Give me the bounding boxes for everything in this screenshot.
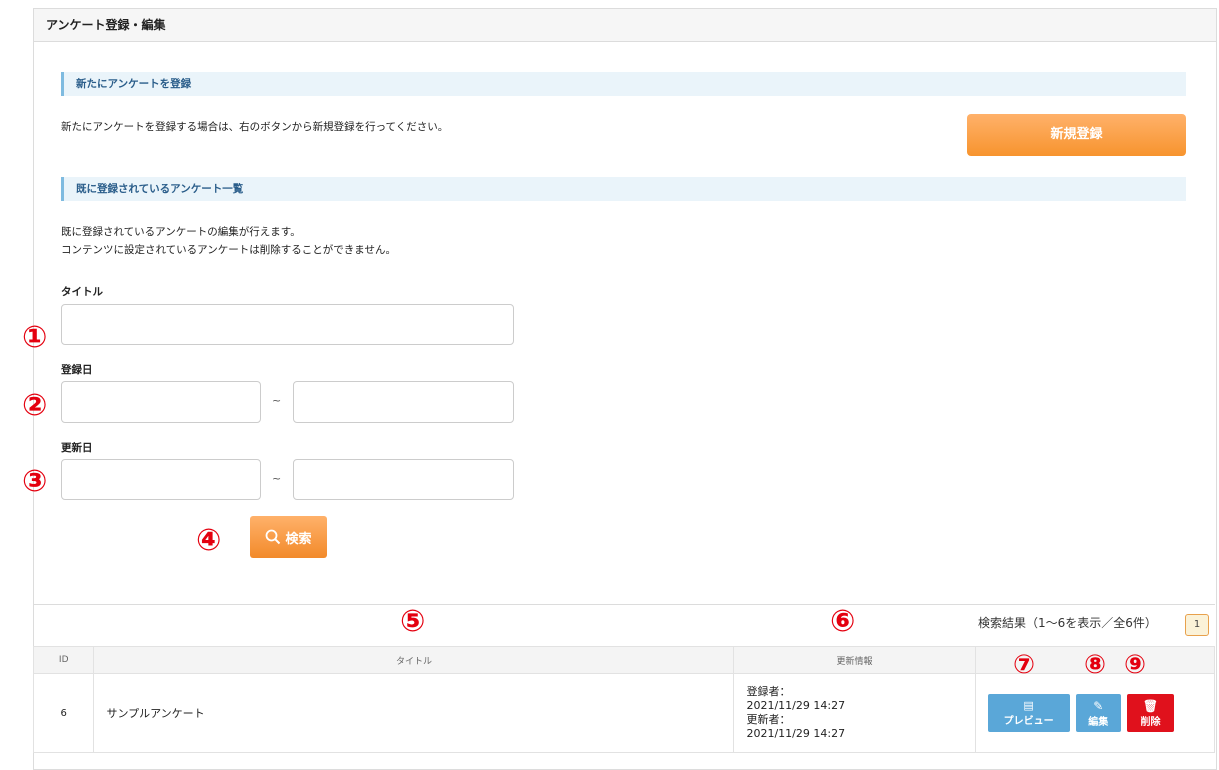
list-description-2: コンテンツに設定されているアンケートは削除することができません。 xyxy=(61,244,396,256)
preview-button[interactable]: ▤ プレビュー xyxy=(987,694,1070,732)
title-label: タイトル xyxy=(61,286,103,298)
panel-title: アンケート登録・編集 xyxy=(34,9,1216,42)
annotation-9: ⑨ xyxy=(1124,650,1147,680)
update-date-label: 更新日 xyxy=(61,442,93,454)
registered-at: 2021/11/29 14:27 xyxy=(746,699,846,712)
delete-button[interactable]: 🗑 削除 xyxy=(1126,694,1174,732)
pencil-icon: ✎ xyxy=(1093,698,1104,713)
search-button-label: 検索 xyxy=(285,531,312,547)
range-separator: ~ xyxy=(272,394,282,407)
survey-table: ID タイトル 更新情報 6 サンプルアンケート 登録者： 2021/11/29… xyxy=(32,646,1216,753)
new-survey-description: 新たにアンケートを登録する場合は、右のボタンから新規登録を行ってください。 xyxy=(61,121,449,133)
new-survey-heading: 新たにアンケートを登録 xyxy=(61,72,1186,96)
title-search-input[interactable] xyxy=(61,304,514,345)
registrant-label: 登録者： xyxy=(746,685,791,698)
trash-icon: 🗑 xyxy=(1142,698,1159,713)
column-header-id: ID xyxy=(32,646,95,674)
annotation-7: ⑦ xyxy=(1013,650,1036,680)
search-icon xyxy=(266,529,281,545)
page-1-button[interactable]: 1 xyxy=(1185,614,1209,636)
delete-label: 削除 xyxy=(1140,716,1161,728)
updater-label: 更新者： xyxy=(746,713,791,726)
annotation-2: ② xyxy=(22,388,48,423)
annotation-3: ③ xyxy=(22,464,48,499)
row-title: サンプルアンケート xyxy=(93,673,735,753)
preview-label: プレビュー xyxy=(1003,716,1054,727)
update-date-to-input[interactable] xyxy=(293,459,514,500)
divider xyxy=(33,604,1215,605)
list-icon: ▤ xyxy=(1023,699,1034,712)
registration-date-from-input[interactable] xyxy=(61,381,261,423)
column-header-title: タイトル xyxy=(93,646,735,674)
annotation-4: ④ xyxy=(196,523,222,558)
table-row: 6 サンプルアンケート 登録者： 2021/11/29 14:27 更新者： 2… xyxy=(32,673,1216,753)
registration-date-to-input[interactable] xyxy=(293,381,514,423)
annotation-1: ① xyxy=(22,320,48,355)
search-result-summary: 検索結果（1〜6を表示／全6件） xyxy=(978,616,1157,630)
column-header-update-info: 更新情報 xyxy=(733,646,976,674)
annotation-8: ⑧ xyxy=(1084,650,1107,680)
list-description-1: 既に登録されているアンケートの編集が行えます。 xyxy=(61,226,301,238)
edit-label: 編集 xyxy=(1088,716,1109,728)
search-button[interactable]: 検索 xyxy=(250,516,327,558)
row-id: 6 xyxy=(32,673,95,753)
edit-button[interactable]: ✎ 編集 xyxy=(1075,694,1121,732)
new-register-button[interactable]: 新規登録 xyxy=(967,114,1186,156)
annotation-6: ⑥ xyxy=(830,604,856,639)
registration-date-label: 登録日 xyxy=(61,364,93,376)
survey-list-heading: 既に登録されているアンケート一覧 xyxy=(61,177,1186,201)
row-actions: ▤ プレビュー ✎ 編集 🗑 削除 xyxy=(974,673,1216,753)
updated-at: 2021/11/29 14:27 xyxy=(746,727,846,740)
annotation-5: ⑤ xyxy=(400,604,426,639)
range-separator: ~ xyxy=(272,472,282,485)
row-update-info: 登録者： 2021/11/29 14:27 更新者： 2021/11/29 14… xyxy=(733,673,976,753)
update-date-from-input[interactable] xyxy=(61,459,261,500)
